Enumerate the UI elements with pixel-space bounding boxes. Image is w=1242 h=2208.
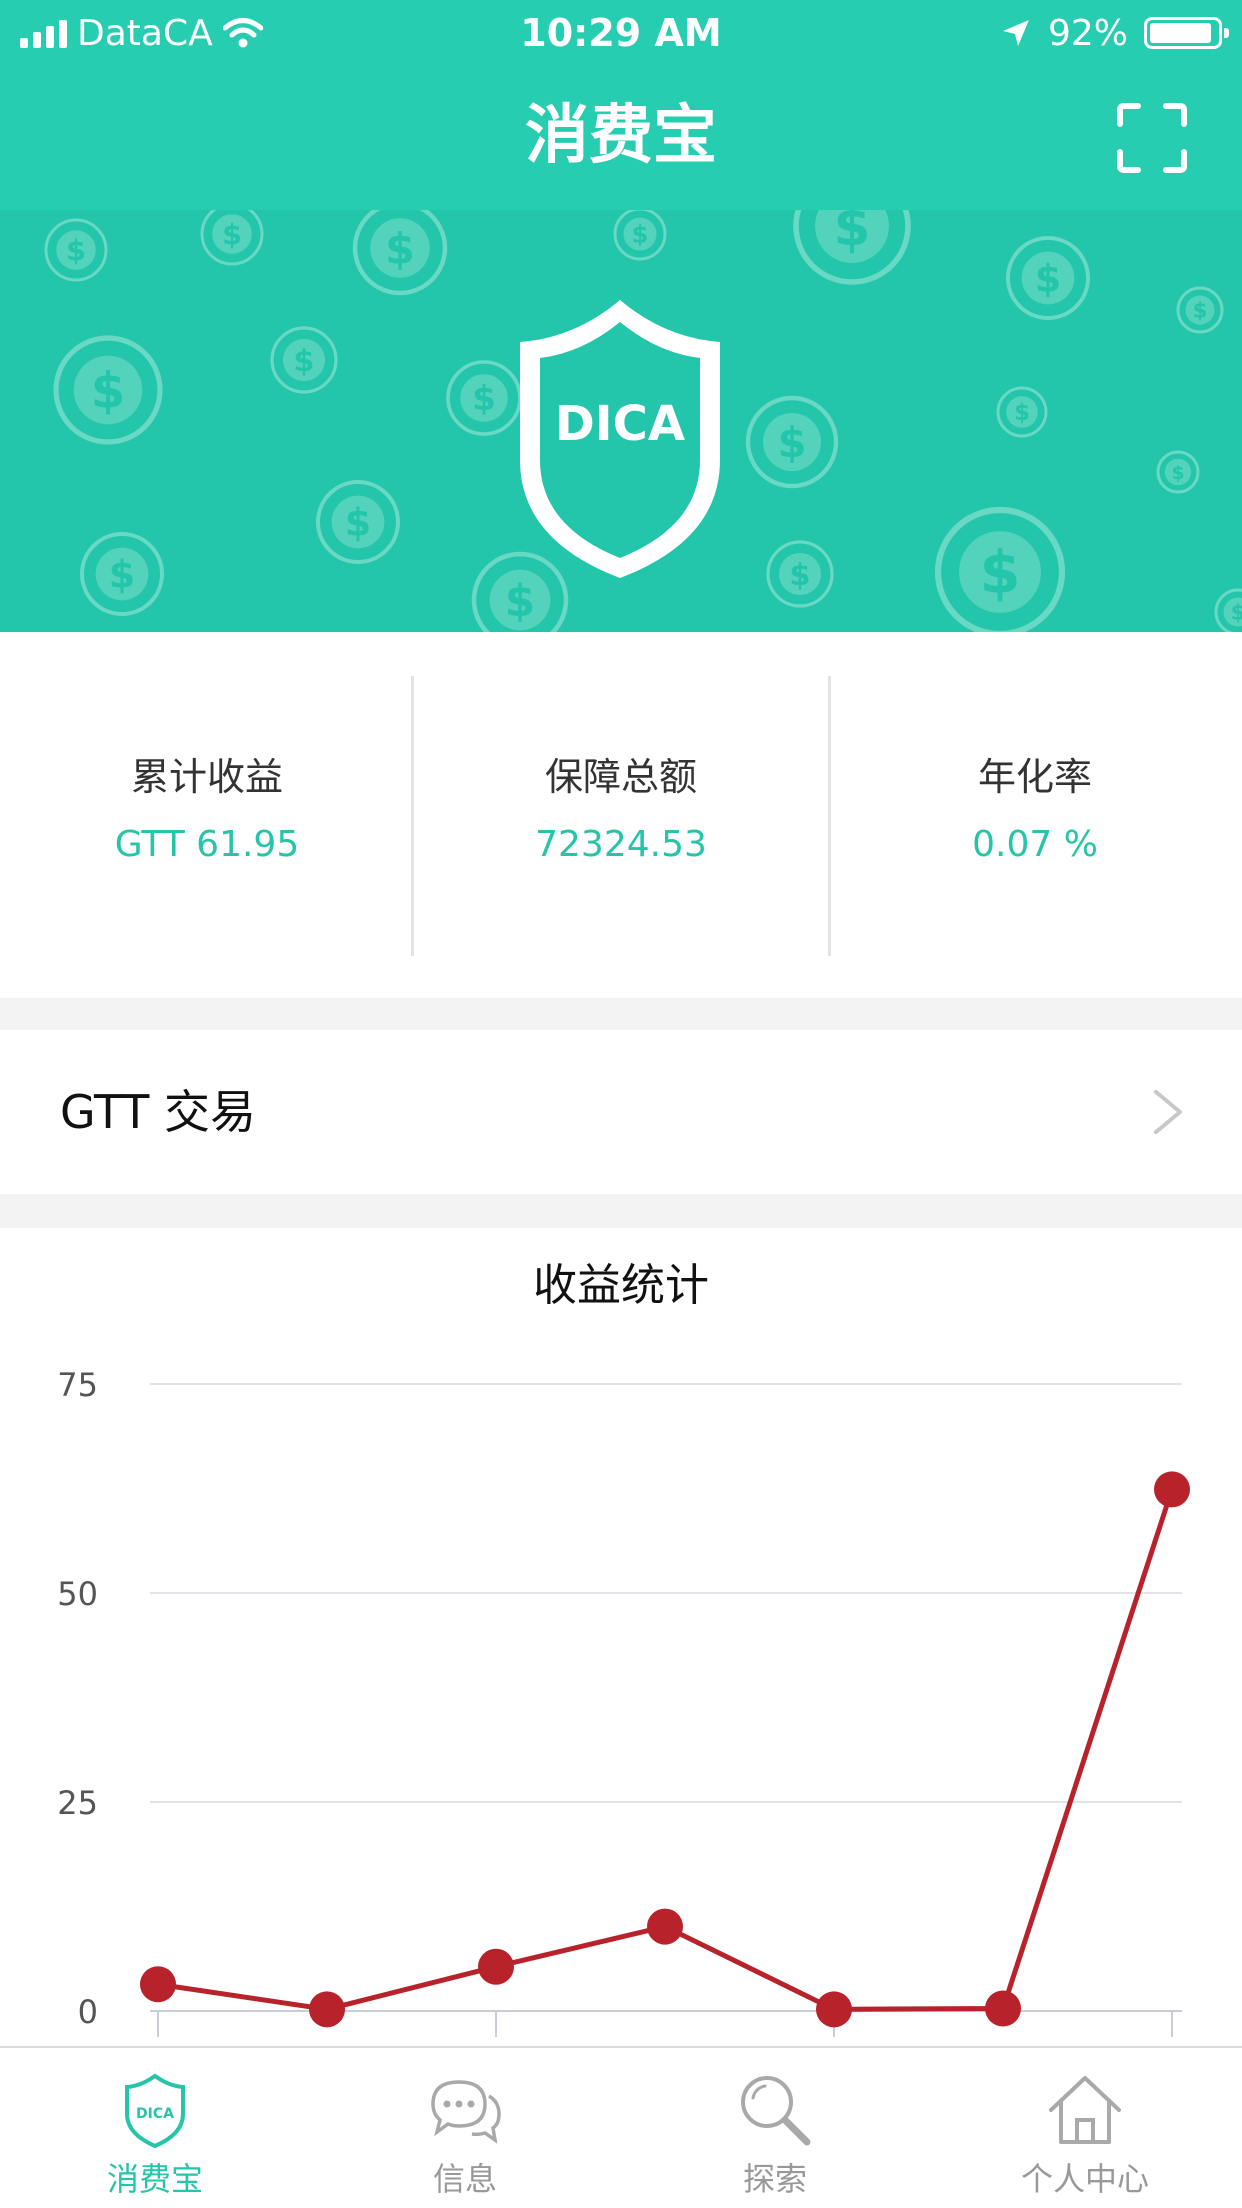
tab-explore[interactable]: 探索	[620, 2048, 930, 2208]
tab-label: 信息	[432, 2160, 497, 2198]
location-arrow-icon	[1002, 20, 1029, 46]
battery-icon	[1144, 17, 1229, 49]
stat-value: GTT 61.95	[114, 824, 300, 865]
status-bar: DataCA 10:29 AM 92%	[0, 0, 1242, 66]
svg-text:$: $	[505, 576, 535, 627]
section-gap	[0, 998, 1242, 1030]
stats-panel: 累计收益 GTT 61.95 保障总额 72324.53 年化率 0.07 %	[0, 632, 1242, 998]
nav-bar: 消费宝	[0, 66, 1242, 210]
tab-xiaofeibao[interactable]: DICA 消费宝	[0, 2048, 310, 2208]
svg-text:$: $	[345, 501, 371, 545]
svg-text:$: $	[833, 210, 870, 258]
data-point	[140, 1966, 176, 2003]
search-icon	[741, 2076, 811, 2146]
svg-text:$: $	[980, 538, 1021, 607]
page-title: 消费宝	[525, 99, 717, 173]
data-point	[1154, 1471, 1190, 1508]
earnings-chart-card: 收益统计 75 50 25 0	[0, 1228, 1242, 2046]
svg-text:$: $	[632, 221, 649, 249]
svg-text:$: $	[385, 224, 415, 274]
svg-text:$: $	[789, 558, 810, 593]
svg-text:$: $	[1035, 257, 1061, 301]
tab-label: 消费宝	[106, 2160, 203, 2198]
stat-value: 0.07 %	[972, 824, 1098, 865]
tab-label: 个人中心	[1020, 2160, 1149, 2198]
stat-value: 72324.53	[535, 824, 707, 865]
stat-insured-amount: 保障总额 72324.53	[414, 632, 828, 998]
tab-messages[interactable]: 信息	[310, 2048, 620, 2208]
svg-text:$: $	[1014, 400, 1030, 426]
svg-text:$: $	[1193, 298, 1208, 322]
chat-bubbles-icon	[431, 2080, 501, 2144]
chevron-right-icon	[1154, 1090, 1182, 1134]
tab-profile[interactable]: 个人中心	[930, 2048, 1240, 2208]
svg-text:$: $	[66, 234, 86, 267]
earnings-line-chart: 75 50 25 0	[57, 1366, 1190, 2037]
y-tick-label: 75	[57, 1366, 98, 1404]
svg-text:$: $	[777, 418, 806, 467]
tab-bar: DICA 消费宝 信息 探索 个人中心	[0, 2046, 1242, 2208]
home-icon	[1049, 2076, 1121, 2144]
svg-text:$: $	[1171, 462, 1184, 484]
stat-annual-rate: 年化率 0.07 %	[828, 632, 1242, 998]
data-point	[478, 1948, 514, 1985]
stat-total-earnings: 累计收益 GTT 61.95	[0, 632, 414, 998]
svg-text:$: $	[91, 362, 125, 420]
svg-text:$: $	[293, 344, 314, 379]
y-tick-label: 0	[78, 1993, 98, 2031]
svg-text:DICA: DICA	[555, 396, 685, 452]
svg-text:$: $	[472, 379, 496, 419]
tab-label: 探索	[742, 2160, 807, 2198]
svg-text:$: $	[1231, 600, 1242, 624]
svg-text:$: $	[109, 553, 135, 597]
stat-label: 年化率	[977, 755, 1092, 799]
y-tick-label: 25	[57, 1784, 98, 1822]
data-point	[647, 1908, 683, 1945]
status-right: 92%	[1000, 10, 1229, 56]
y-tick-label: 50	[57, 1575, 98, 1613]
gtt-trade-row[interactable]: GTT 交易	[0, 1030, 1242, 1194]
data-point	[309, 1991, 345, 2028]
svg-text:$: $	[222, 218, 242, 251]
stat-label: 累计收益	[130, 755, 283, 799]
svg-text:DICA: DICA	[136, 2106, 174, 2122]
section-gap	[0, 1194, 1242, 1228]
hero-banner: $ $ $ $ $ $ $ $ $ $ $ $ $ $ $ $ $ $ $ DICA	[0, 210, 1242, 632]
gtt-trade-label: GTT 交易	[60, 1085, 257, 1139]
stat-label: 保障总额	[544, 755, 697, 799]
data-point	[816, 1991, 852, 2028]
data-point	[985, 1990, 1021, 2027]
battery-percent: 92%	[1047, 12, 1128, 54]
dica-shield-icon: DICA	[520, 300, 720, 578]
scan-icon[interactable]	[1116, 102, 1188, 174]
dollar-coins-pattern: $ $ $ $ $ $ $ $ $ $ $ $ $ $ $ $ $ $ $ DICA	[44, 210, 1242, 632]
dica-shield-icon: DICA	[125, 2073, 185, 2149]
